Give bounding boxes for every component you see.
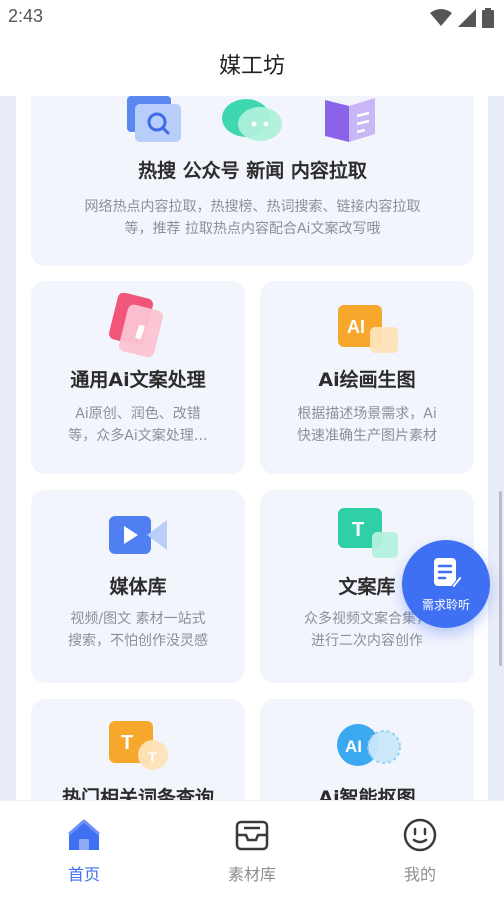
- ai-image-icon: AI: [338, 305, 400, 359]
- card-desc-line: 快速准确生产图片素材: [297, 428, 437, 444]
- wechat-icon: [222, 98, 284, 148]
- scrollbar[interactable]: [499, 491, 502, 666]
- status-time: 2:43: [8, 6, 44, 26]
- text-glyph: T: [148, 749, 157, 765]
- requirement-listen-button[interactable]: 需求聆听: [402, 540, 490, 628]
- card-title: 媒体库: [109, 576, 167, 598]
- edit-note-icon: [434, 558, 462, 589]
- ai-glyph: AI: [347, 317, 365, 337]
- nav-item-materials[interactable]: 素材库: [202, 817, 302, 887]
- home-icon: [68, 819, 100, 850]
- nav-label: 我的: [403, 865, 436, 884]
- nav-item-home[interactable]: 首页: [34, 817, 134, 887]
- search-icon: [127, 96, 181, 148]
- card-title: 热搜 公众号 新闻 内容拉取: [138, 160, 367, 182]
- card-ai-image[interactable]: AI Ai绘画生图 根据描述场景需求，Ai 快速准确生产图片素材: [260, 281, 474, 474]
- card-ai-matting[interactable]: AI Ai智能抠图: [260, 699, 474, 800]
- card-hot-words[interactable]: T T 热门相关词条查询: [31, 699, 245, 800]
- app-header: 媒工坊: [0, 36, 504, 96]
- card-desc: Ai原创、润色、改错 等，众多Ai文案处理…: [53, 403, 223, 447]
- card-desc-line: 视频/图文 素材一站式: [70, 611, 206, 627]
- card-desc-line: 根据描述场景需求，Ai: [297, 406, 437, 422]
- page-title: 媒工坊: [218, 54, 285, 79]
- nav-item-mine[interactable]: 我的: [370, 817, 470, 887]
- card-ai-copy[interactable]: 通用Ai文案处理 Ai原创、润色、改错 等，众多Ai文案处理…: [31, 281, 245, 474]
- ai-glyph: AI: [345, 737, 362, 756]
- card-desc: 根据描述场景需求，Ai 快速准确生产图片素材: [282, 403, 452, 447]
- card-desc-line: 等，众多Ai文案处理…: [68, 428, 208, 444]
- card-hot-search[interactable]: 热搜 公众号 新闻 内容拉取 网络热点内容拉取，热搜榜、热词搜索、链接内容拉取 …: [31, 96, 474, 266]
- video-camera-icon: [109, 514, 169, 560]
- card-desc-line: Ai原创、润色、改错: [75, 406, 201, 422]
- card-title: Ai智能抠图: [318, 787, 416, 800]
- signal-icon: [458, 9, 476, 27]
- card-title: 热门相关词条查询: [61, 787, 214, 800]
- card-desc-line: 搜索，不怕创作没灵感: [68, 633, 208, 649]
- smiley-face-icon: [403, 818, 437, 852]
- bottom-nav: 首页 素材库 我的: [0, 800, 504, 897]
- fab-label: 需求聆听: [421, 598, 470, 612]
- hot-words-icon: T T: [109, 721, 169, 777]
- inbox-tray-icon: [235, 820, 269, 851]
- card-media-lib[interactable]: 媒体库 视频/图文 素材一站式 搜索，不怕创作没灵感: [31, 490, 245, 683]
- nav-label: 首页: [67, 865, 100, 884]
- text-glyph: T: [121, 732, 133, 754]
- ai-matting-icon: AI: [336, 723, 404, 775]
- card-desc-line: 网络热点内容拉取，热搜榜、热词搜索、链接内容拉取: [84, 199, 421, 215]
- text-glyph: T: [352, 519, 364, 541]
- wifi-icon: [430, 9, 452, 26]
- status-icons: [430, 8, 494, 28]
- nav-label: 素材库: [227, 865, 276, 884]
- copy-cards-icon: [109, 292, 167, 365]
- card-desc: 网络热点内容拉取，热搜榜、热词搜索、链接内容拉取 等，推荐 拉取热点内容配合Ai…: [53, 196, 452, 240]
- battery-icon: [482, 8, 494, 28]
- status-bar: 2:43: [0, 0, 504, 36]
- news-book-icon: [323, 96, 377, 146]
- card-desc: 视频/图文 素材一站式 搜索，不怕创作没灵感: [53, 608, 223, 652]
- card-title: 通用Ai文案处理: [70, 369, 206, 391]
- card-title: Ai绘画生图: [318, 369, 416, 391]
- content-area[interactable]: 热搜 公众号 新闻 内容拉取 网络热点内容拉取，热搜榜、热词搜索、链接内容拉取 …: [0, 96, 504, 800]
- text-doc-icon: T: [338, 508, 400, 564]
- card-desc-line: 进行二次内容创作: [311, 633, 423, 649]
- card-desc-line: 等，推荐 拉取热点内容配合Ai文案改写哦: [124, 221, 381, 237]
